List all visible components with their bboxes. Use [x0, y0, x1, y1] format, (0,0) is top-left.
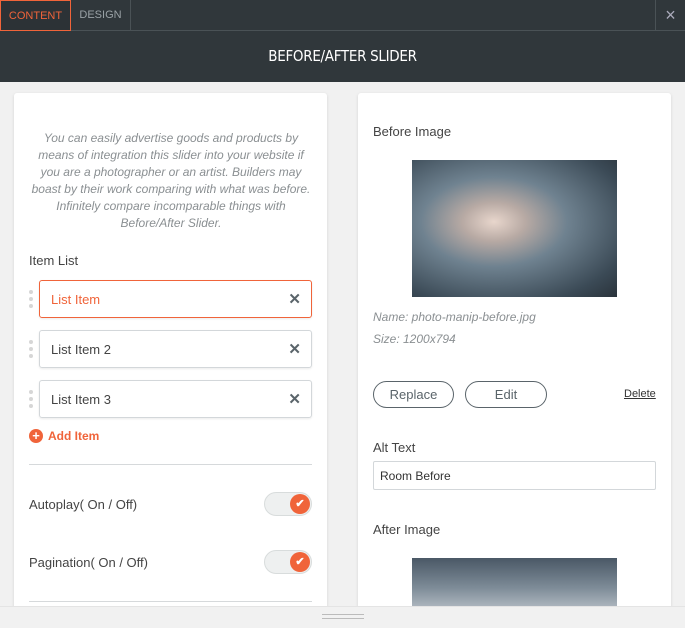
list-item-label: List Item 2: [51, 342, 111, 357]
check-icon: ✔: [290, 494, 310, 514]
remove-icon[interactable]: ✕: [288, 340, 301, 358]
replace-button[interactable]: Replace: [373, 381, 454, 408]
item-list-label: Item List: [29, 253, 79, 268]
list-item[interactable]: List Item 3 ✕: [39, 380, 312, 418]
after-image-label: After Image: [373, 522, 441, 537]
check-icon: ✔: [290, 552, 310, 572]
description: You can easily advertise goods and produ…: [31, 131, 311, 230]
panel-title: BEFORE/AFTER SLIDER: [268, 47, 417, 65]
edit-button[interactable]: Edit: [465, 381, 547, 408]
delete-link[interactable]: Delete: [624, 388, 656, 400]
add-item-button[interactable]: + Add Item: [29, 429, 99, 443]
list-item-label: List Item: [51, 292, 101, 307]
drag-handle-icon[interactable]: [29, 340, 33, 361]
plus-circle-icon: +: [29, 429, 43, 443]
close-icon[interactable]: ×: [655, 0, 685, 31]
file-name: Name: photo-manip-before.jpg: [373, 310, 536, 324]
file-size: Size: 1200x794: [373, 332, 456, 346]
alt-text-input[interactable]: [373, 461, 656, 490]
remove-icon[interactable]: ✕: [288, 290, 301, 308]
before-image: [412, 160, 617, 297]
add-item-label: Add Item: [48, 429, 100, 443]
drag-handle-icon[interactable]: [29, 290, 33, 311]
list-item-label: List Item 3: [51, 392, 111, 407]
divider: [29, 464, 312, 465]
autoplay-label: Autoplay( On / Off): [29, 497, 138, 512]
pagination-label: Pagination( On / Off): [29, 555, 148, 570]
resize-handle-icon[interactable]: [322, 614, 364, 619]
list-item[interactable]: List Item ✕: [39, 280, 312, 318]
autoplay-toggle[interactable]: ✔: [264, 492, 312, 516]
list-item[interactable]: List Item 2 ✕: [39, 330, 312, 368]
tab-design[interactable]: DESIGN: [71, 0, 131, 31]
drag-handle-icon[interactable]: [29, 390, 33, 411]
alt-text-label: Alt Text: [373, 440, 416, 455]
tab-content[interactable]: CONTENT: [0, 0, 71, 31]
pagination-toggle[interactable]: ✔: [264, 550, 312, 574]
divider: [29, 601, 312, 602]
remove-icon[interactable]: ✕: [288, 390, 301, 408]
before-image-label: Before Image: [373, 124, 452, 139]
